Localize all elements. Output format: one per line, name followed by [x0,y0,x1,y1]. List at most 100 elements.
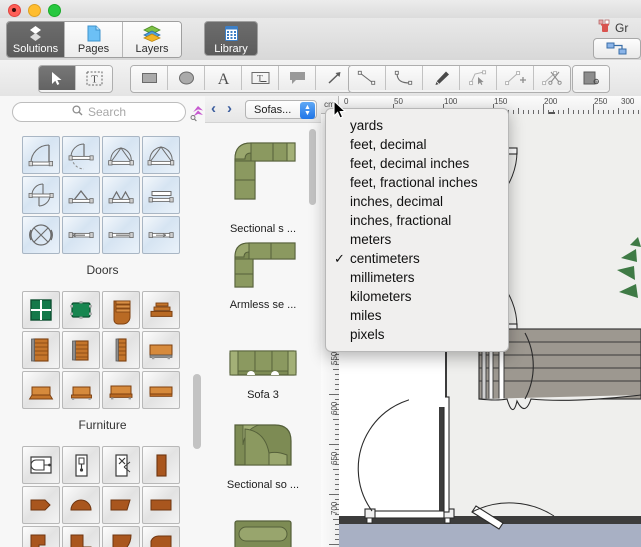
stencil-chair-armchair[interactable] [102,291,140,329]
stencil-door-folding-2panel[interactable] [62,176,100,214]
stencil-dresser-low[interactable] [22,371,60,409]
stencil-door-folding-4panel[interactable] [102,176,140,214]
chevron-right-icon[interactable]: › [227,100,232,117]
ellipse-tool[interactable] [168,66,205,90]
stencil-counter-corner-cut[interactable] [102,486,140,524]
menu-item-label: feet, fractional inches [350,175,478,190]
menu-item-feet-decimal[interactable]: feet, decimal [326,135,508,154]
drawing-toolbar: T A T [0,60,641,97]
svg-text:A: A [217,71,229,87]
toolbar-label-solutions: Solutions [13,43,58,55]
close-button[interactable] [8,4,21,17]
hruler-label: 250 [594,97,607,106]
curve-tool[interactable] [386,66,423,90]
stencil-bench-wide[interactable] [142,371,180,409]
chevron-left-icon[interactable]: ‹ [211,100,216,117]
stencil-counter-rounded-corner[interactable] [142,526,180,547]
stencil-counter-round-end[interactable] [62,486,100,524]
add-point-tool[interactable] [497,66,534,90]
stencil-door-panel-solid[interactable] [142,446,180,484]
list-item[interactable]: Sofa 3 [205,345,321,401]
menu-item-inches-decimal[interactable]: inches, decimal [326,192,508,211]
stencil-door-double-swing-wide[interactable] [142,136,180,174]
stencil-door-double-opposite[interactable] [22,176,60,214]
stencil-counter-rect[interactable] [142,486,180,524]
unit-dropdown-menu[interactable]: yards feet, decimal feet, decimal inches… [325,108,509,352]
stencil-door-single-dashed[interactable] [62,136,100,174]
menu-item-pixels[interactable]: pixels [326,325,508,344]
stencil-door-panel-hinged[interactable] [22,446,60,484]
menu-item-millimeters[interactable]: millimeters [326,268,508,287]
shape-properties-tool[interactable] [573,66,609,90]
stencil-scroll-area[interactable]: Doors [0,126,205,547]
group-icon [598,19,612,36]
stencil-table-green-rect[interactable] [62,291,100,329]
stencil-bookcase-medium[interactable] [62,331,100,369]
stencil-grid-doors [22,136,205,254]
toolbar-label-pages: Pages [78,43,109,55]
stencil-door-sliding[interactable] [142,176,180,214]
list-item[interactable]: Sectional so ... [205,411,321,491]
menu-item-centimeters[interactable]: ✓ centimeters [326,249,508,268]
stencil-cabinet-base[interactable] [102,371,140,409]
stencil-sideboard-unit[interactable] [142,291,180,329]
stencil-door-pocket-right[interactable] [142,216,180,254]
text-select-tool[interactable]: T [76,66,112,90]
stencil-scrollbar[interactable] [193,374,201,449]
stencil-door-single-swing[interactable] [22,136,60,174]
list-item[interactable]: Sectional s ... [205,129,321,235]
menu-item-kilometers[interactable]: kilometers [326,287,508,306]
menu-item-meters[interactable]: meters [326,230,508,249]
stencil-door-panel-broken[interactable] [102,446,140,484]
menu-item-feet-decimal-inches[interactable]: feet, decimal inches [326,154,508,173]
magic-wand-icon[interactable] [189,104,205,127]
menu-item-inches-fractional[interactable]: inches, fractional [326,211,508,230]
shape-browser-header: ‹ › Sofas... ▲▼ [205,96,321,122]
stencil-shelf-narrow[interactable] [102,331,140,369]
stencil-grid-three [22,446,205,547]
list-item[interactable] [205,517,321,547]
stencil-cabinet-wide[interactable] [142,331,180,369]
minimize-button[interactable] [28,4,41,17]
stencil-door-pocket-center[interactable] [102,216,140,254]
zoom-button[interactable] [48,4,61,17]
list-item-caption: Armless se ... [205,299,321,311]
text-tool[interactable]: A [205,66,242,90]
rectangle-tool[interactable] [131,66,168,90]
toolbar-button-library[interactable]: Library [204,21,258,56]
menu-item-yards[interactable]: yards [326,116,508,135]
stencil-desk-small[interactable] [62,371,100,409]
callout-tool[interactable] [279,66,316,90]
shape-browser-list[interactable]: Sectional s ... Armless se ... [205,122,321,547]
toolbar-button-pages[interactable]: Pages [65,22,123,57]
shape-browser-scrollbar[interactable] [309,129,316,205]
stencil-counter-l-shape[interactable] [22,526,60,547]
stencil-door-pocket-left[interactable] [62,216,100,254]
pointer-tool[interactable] [39,66,76,90]
stencil-door-panel-narrow[interactable] [62,446,100,484]
toolbar-button-layers[interactable]: Layers [123,22,181,57]
pen-tool[interactable] [423,66,460,90]
stencil-bookcase-tall[interactable] [22,331,60,369]
menu-item-label: feet, decimal inches [350,156,469,171]
line-tool[interactable] [349,66,386,90]
edit-points-tool[interactable] [460,66,497,90]
stencil-counter-l-reverse[interactable] [62,526,100,547]
category-popup-button[interactable]: Sofas... ▲▼ [245,100,317,119]
arrow-tool[interactable] [316,66,352,90]
stencil-group-doors: Doors [0,136,205,277]
stencil-counter-curve[interactable] [102,526,140,547]
stencil-door-revolving[interactable] [22,216,60,254]
application-window: Solutions Pages [0,0,641,547]
cut-path-tool[interactable] [534,66,570,90]
list-item[interactable]: Armless se ... [205,231,321,311]
menu-item-feet-fractional-inches[interactable]: feet, fractional inches [326,173,508,192]
group-tool[interactable]: Gr [598,19,628,36]
stencil-door-double-swing[interactable] [102,136,140,174]
toolbar-button-solutions[interactable]: Solutions [7,22,65,57]
stencil-window-4pane[interactable] [22,291,60,329]
stencil-counter-angled[interactable] [22,486,60,524]
menu-item-miles[interactable]: miles [326,306,508,325]
search-input[interactable]: Search [12,102,186,122]
text-box-tool[interactable]: T [242,66,279,90]
